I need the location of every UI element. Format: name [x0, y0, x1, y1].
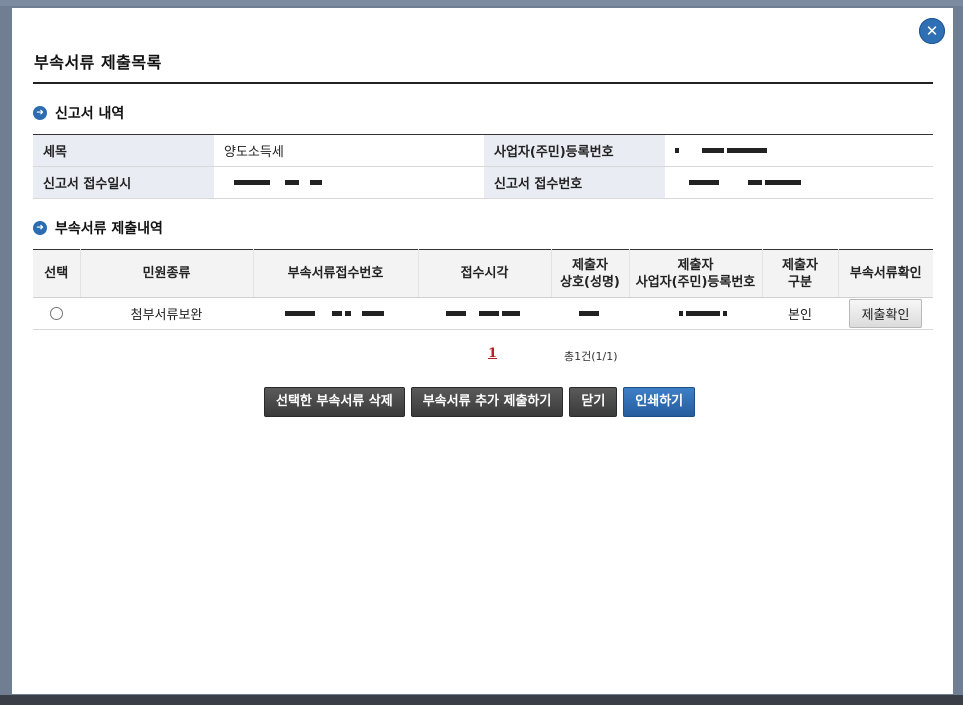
arrow-bullet-icon: ➜	[33, 221, 47, 235]
value-report-date-redacted	[214, 166, 484, 199]
section-report-details: ➜ 신고서 내역	[33, 103, 124, 123]
title-divider	[33, 82, 933, 84]
table-row: 신고서 접수일시 신고서 접수번호	[33, 166, 933, 199]
col-header-civil-type: 민원종류	[79, 249, 253, 298]
attachment-table: 선택 민원종류 부속서류접수번호 접수시각 제출자 상호(성명) 제출자 사업자(주…	[33, 249, 933, 330]
cell-received-time-redacted	[418, 297, 551, 330]
cell-submitter-reg-no-redacted	[629, 297, 762, 330]
row-select-cell	[33, 297, 80, 330]
section-attachment-history: ➜ 부속서류 제출내역	[33, 218, 163, 238]
cell-attachment-no-redacted	[253, 297, 418, 330]
cell-civil-type: 첨부서류보완	[80, 297, 253, 330]
submit-confirm-button[interactable]: 제출확인	[848, 299, 923, 328]
cell-submitter-name-redacted	[551, 297, 629, 330]
label-report-no: 신고서 접수번호	[484, 166, 665, 199]
cell-submitter-type: 본인	[762, 297, 838, 330]
col-header-submitter-reg-no: 제출자 사업자(주민)등록번호	[628, 249, 762, 298]
col-header-received-time: 접수시각	[417, 249, 551, 298]
total-count: 총1건(1/1)	[564, 350, 618, 363]
label-tax-item: 세목	[33, 134, 214, 167]
col-header-attachment-no: 부속서류접수번호	[252, 249, 418, 298]
value-report-no-redacted	[665, 166, 933, 199]
section-title: 신고서 내역	[55, 106, 125, 122]
attachment-list-modal: ✕ 부속서류 제출목록 ➜ 신고서 내역 세목 양도소득세 사업자(주민)등록번…	[12, 8, 953, 694]
print-button[interactable]: 인쇄하기	[623, 387, 696, 417]
modal-title: 부속서류 제출목록	[34, 53, 162, 72]
col-header-confirm: 부속서류확인	[837, 249, 933, 298]
col-header-submitter-type: 제출자 구분	[761, 249, 838, 298]
add-attachment-button[interactable]: 부속서류 추가 제출하기	[410, 387, 564, 417]
section-title: 부속서류 제출내역	[55, 221, 163, 237]
action-button-row: 선택한 부속서류 삭제 부속서류 추가 제출하기 닫기 인쇄하기	[264, 387, 696, 417]
table-row: 세목 양도소득세 사업자(주민)등록번호	[33, 134, 933, 167]
page-link-current[interactable]: 1	[488, 346, 497, 361]
cell-confirm: 제출확인	[838, 297, 933, 330]
close-button[interactable]: 닫기	[569, 387, 618, 417]
col-header-submitter-name: 제출자 상호(성명)	[550, 249, 629, 298]
close-icon[interactable]: ✕	[919, 18, 945, 44]
report-info-table: 세목 양도소득세 사업자(주민)등록번호 신고서 접수일시 신고서 접수번호	[33, 134, 933, 199]
table-header-row: 선택 민원종류 부속서류접수번호 접수시각 제출자 상호(성명) 제출자 사업자(주…	[33, 249, 933, 298]
value-tax-item: 양도소득세	[214, 134, 484, 167]
table-row: 첨부서류보완 본인 제출확인	[33, 297, 933, 330]
row-select-radio[interactable]	[50, 307, 63, 320]
label-reg-no: 사업자(주민)등록번호	[484, 134, 665, 167]
backdrop-top	[0, 0, 963, 6]
arrow-bullet-icon: ➜	[33, 106, 47, 120]
backdrop-bottom	[0, 695, 963, 705]
delete-selected-button[interactable]: 선택한 부속서류 삭제	[264, 387, 405, 417]
col-header-select: 선택	[33, 249, 80, 298]
label-report-date: 신고서 접수일시	[33, 166, 214, 199]
value-reg-no-redacted	[665, 134, 933, 167]
